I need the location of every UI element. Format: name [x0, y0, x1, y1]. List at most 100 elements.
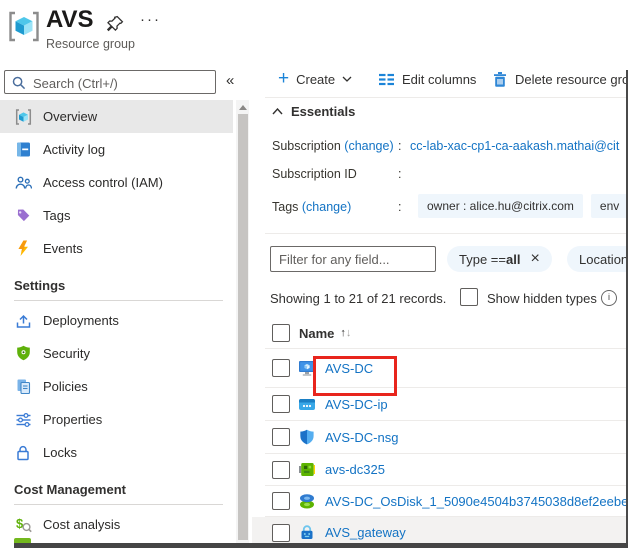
- info-icon[interactable]: i: [601, 290, 617, 306]
- sidebar-item-label: Properties: [43, 412, 102, 427]
- sidebar-section-cost-management: Cost Management: [0, 469, 233, 504]
- show-hidden-types-checkbox[interactable]: [460, 288, 478, 306]
- delete-resource-group-label: Delete resource group: [515, 72, 628, 87]
- collapse-sidebar-button[interactable]: «: [226, 72, 234, 89]
- network-interface-icon: [298, 461, 316, 478]
- sidebar-item-label: Locks: [43, 445, 77, 460]
- resource-link[interactable]: AVS-DC-ip: [325, 397, 388, 412]
- location-filter-pill[interactable]: Location == all: [567, 246, 628, 272]
- row-checkbox[interactable]: [272, 428, 290, 446]
- edit-columns-icon: [378, 72, 395, 87]
- lightning-icon: [14, 240, 32, 257]
- select-all-checkbox[interactable]: [272, 324, 290, 342]
- sidebar-item-properties[interactable]: Properties: [0, 403, 233, 436]
- close-icon[interactable]: ×: [530, 251, 539, 267]
- subscription-id-label: Subscription ID: [272, 167, 357, 181]
- resource-link[interactable]: AVS-DC-nsg: [325, 430, 398, 445]
- resource-link[interactable]: avs-dc325: [325, 462, 385, 477]
- sidebar-item-label: Access control (IAM): [43, 175, 163, 190]
- tags-change-link[interactable]: (change): [302, 200, 351, 214]
- network-security-group-icon: [298, 429, 316, 446]
- show-hidden-types-label: Show hidden types: [487, 291, 597, 306]
- tag-pill-owner[interactable]: owner : alice.hu@citrix.com: [418, 194, 583, 218]
- essentials-expander[interactable]: Essentials: [272, 104, 355, 119]
- shield-icon: [14, 345, 32, 362]
- trash-icon: [492, 71, 508, 88]
- page-title: AVS: [46, 6, 94, 34]
- public-ip-icon: [298, 396, 316, 413]
- window-bottom-edge: [14, 543, 628, 548]
- sidebar-item-label: Security: [43, 346, 90, 361]
- activity-log-icon: [14, 141, 32, 158]
- row-checkbox[interactable]: [272, 359, 290, 377]
- disk-icon: [298, 493, 316, 510]
- sidebar-item-activity-log[interactable]: Activity log: [0, 133, 233, 166]
- sidebar-item-overview[interactable]: Overview: [0, 100, 233, 133]
- table-row: AVS-DC_OsDisk_1_5090e4504b3745038d8ef2ee…: [252, 486, 628, 516]
- subscription-change-link[interactable]: (change): [344, 139, 393, 153]
- sidebar-search: [4, 70, 216, 94]
- sidebar-menu: Overview Activity log Access control (IA…: [0, 100, 233, 541]
- chevron-up-icon: [272, 108, 283, 115]
- sidebar-item-tags[interactable]: Tags: [0, 199, 233, 232]
- sliders-icon: [14, 411, 32, 428]
- sidebar-item-deployments[interactable]: Deployments: [0, 304, 233, 337]
- delete-resource-group-button[interactable]: Delete resource group: [492, 66, 628, 92]
- cost-analysis-icon: $: [14, 516, 32, 533]
- deployments-icon: [14, 312, 32, 329]
- resource-link[interactable]: AVS-DC_OsDisk_1_5090e4504b3745038d8ef2ee…: [325, 494, 628, 509]
- virtual-network-gateway-icon: [298, 524, 316, 541]
- edit-columns-label: Edit columns: [402, 72, 476, 87]
- sidebar-item-events[interactable]: Events: [0, 232, 233, 265]
- create-button[interactable]: + Create: [278, 66, 352, 92]
- sidebar-item-access-control[interactable]: Access control (IAM): [0, 166, 233, 199]
- resource-group-icon: [8, 11, 40, 42]
- separator-colon: :: [398, 167, 401, 181]
- sidebar-item-label: Overview: [43, 109, 97, 124]
- tag-pill-list: owner : alice.hu@citrix.com env: [418, 194, 628, 218]
- essentials-title: Essentials: [291, 104, 355, 119]
- search-input[interactable]: [31, 72, 215, 94]
- sidebar-item-label: Tags: [43, 208, 70, 223]
- virtual-machine-icon: [298, 360, 316, 377]
- scrollbar-thumb[interactable]: [238, 114, 248, 540]
- divider: [265, 97, 628, 98]
- sidebar-item-label: Policies: [43, 379, 88, 394]
- table-row: avs-dc325: [252, 454, 628, 485]
- subscription-value-link[interactable]: cc-lab-xac-cp1-ca-aakash.mathai@cit: [410, 139, 619, 153]
- policies-icon: [14, 378, 32, 395]
- sort-icon[interactable]: ↑↓: [340, 327, 351, 339]
- row-checkbox[interactable]: [272, 395, 290, 413]
- row-checkbox[interactable]: [272, 461, 290, 479]
- table-header-row: Name ↑↓: [252, 318, 628, 348]
- sidebar-item-label: Events: [43, 241, 83, 256]
- create-button-label: Create: [296, 72, 335, 87]
- sidebar-item-locks[interactable]: Locks: [0, 436, 233, 469]
- sidebar-item-cost-analysis[interactable]: $ Cost analysis: [0, 508, 233, 541]
- edit-columns-button[interactable]: Edit columns: [378, 66, 476, 92]
- filter-field-input[interactable]: [270, 246, 436, 272]
- sidebar-item-security[interactable]: Security: [0, 337, 233, 370]
- sidebar-scrollbar[interactable]: [236, 100, 249, 548]
- subscription-label: Subscription (change): [272, 139, 394, 153]
- pin-icon[interactable]: [107, 15, 124, 32]
- more-actions-ellipsis[interactable]: ···: [140, 11, 161, 28]
- separator-colon: :: [398, 139, 401, 153]
- tag-pill-env[interactable]: env: [591, 194, 628, 218]
- sidebar-item-label: Activity log: [43, 142, 105, 157]
- scrollbar-up-arrow-icon[interactable]: [239, 105, 247, 110]
- search-icon: [12, 76, 26, 90]
- sidebar-item-policies[interactable]: Policies: [0, 370, 233, 403]
- lock-icon: [14, 444, 32, 461]
- type-filter-pill[interactable]: Type == all ×: [447, 246, 552, 272]
- table-row: AVS-DC: [252, 349, 628, 387]
- row-checkbox[interactable]: [272, 524, 290, 542]
- name-column-header[interactable]: Name: [299, 326, 334, 341]
- chevron-down-icon: [342, 76, 352, 82]
- row-checkbox[interactable]: [272, 492, 290, 510]
- resource-link[interactable]: AVS_gateway: [325, 525, 406, 540]
- table-row: AVS-DC-ip: [252, 388, 628, 420]
- sidebar-item-label: Deployments: [43, 313, 119, 328]
- resource-link[interactable]: AVS-DC: [325, 361, 373, 376]
- records-summary: Showing 1 to 21 of 21 records.: [270, 291, 446, 306]
